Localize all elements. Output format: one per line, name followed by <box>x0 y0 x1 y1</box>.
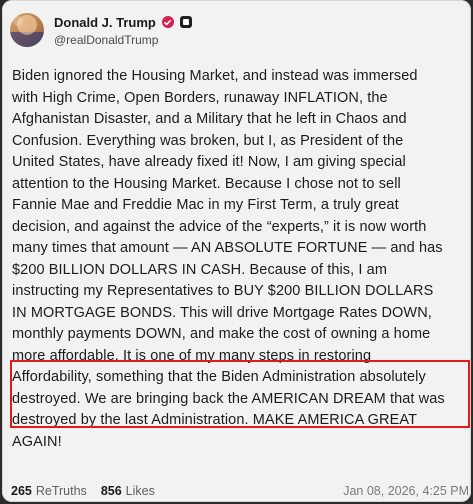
likes-stat[interactable]: 856 Likes <box>101 484 155 498</box>
post-text-line: more affordable. It is one of my many st… <box>12 347 372 364</box>
post-text-line: IN MORTGAGE BONDS. This will drive Mortg… <box>12 304 432 321</box>
post-text-line: Biden ignored the Housing Market, and in… <box>12 68 418 84</box>
post-text-line: destroyed by the last Administration. MA… <box>12 412 418 428</box>
likes-label: Likes <box>125 484 155 498</box>
retruths-label: ReTruths <box>35 484 87 498</box>
likes-count: 856 <box>100 484 122 498</box>
post-text-line: $200 BILLION DOLLARS IN CASH. Because of… <box>12 261 388 278</box>
handle[interactable]: @realDonaldTrump <box>54 33 192 47</box>
post-text-line: United States, have already fixed it! No… <box>12 154 406 170</box>
post-body: Biden ignored the Housing Market, and in… <box>12 66 465 453</box>
post-timestamp[interactable]: Jan 08, 2026, 4:25 PM <box>343 484 469 498</box>
post-card: Donald J. Trump @realDonaldTrump Biden i… <box>2 0 471 502</box>
retruths-stat[interactable]: 265 ReTruths <box>11 484 87 498</box>
post-text-line: attention to the Housing Market. Because… <box>12 175 401 192</box>
square-icon <box>179 16 192 28</box>
author-names: Donald J. Trump @realDonaldTrump <box>54 13 192 47</box>
post-header: Donald J. Trump @realDonaldTrump <box>10 10 192 50</box>
post-text-line: instructing my Representatives to BUY $2… <box>12 283 434 299</box>
post-text-line: many times that amount — AN ABSOLUTE FOR… <box>12 240 443 256</box>
avatar[interactable] <box>10 13 44 47</box>
post-text-line: monthly payments DOWN, and make the cost… <box>12 326 431 342</box>
display-name-row: Donald J. Trump <box>54 13 192 31</box>
display-name[interactable]: Donald J. Trump <box>54 15 156 30</box>
post-text-line: AGAIN! <box>12 433 62 450</box>
post-text-line: with High Crime, Open Borders, runaway I… <box>12 89 388 106</box>
post-text-line: destroyed. We are bringing back the AMER… <box>12 390 445 407</box>
post-text-line: decision, and against the advice of the … <box>12 218 427 235</box>
post-text-line: Affordability, something that the Biden … <box>12 369 426 385</box>
post-footer: 265 ReTruths 856 Likes Jan 08, 2026, 4:2… <box>11 481 469 501</box>
post-text-line: Confusion. Everything was broken, but I,… <box>12 132 404 149</box>
verified-badge-icon <box>161 16 174 28</box>
post-text-line: Fannie Mae and Freddie Mac in my First T… <box>12 197 399 213</box>
post-text-line: Afghanistan Disaster, and a Military tha… <box>12 111 407 127</box>
retruths-count: 265 <box>11 484 32 498</box>
